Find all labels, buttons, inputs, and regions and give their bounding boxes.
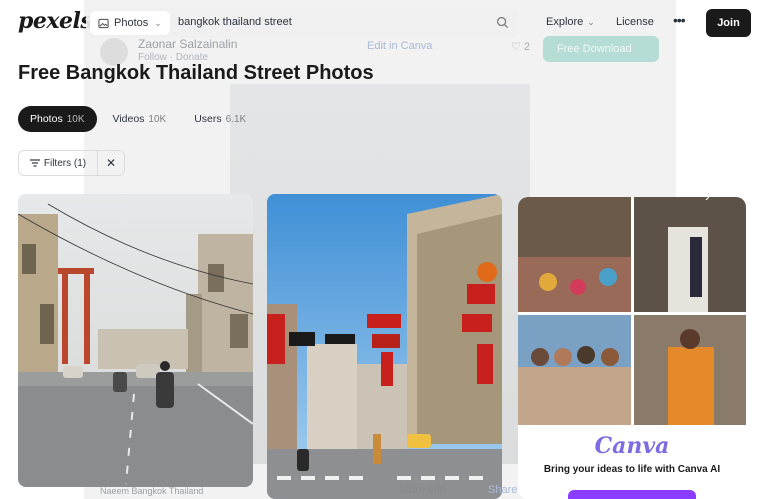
media-tabs: Photos 10K Videos 10K Users 6.1K — [18, 106, 262, 132]
nav-explore-label: Explore — [546, 16, 584, 28]
page-title: Free Bangkok Thailand Street Photos — [18, 62, 374, 84]
photo-card[interactable] — [18, 194, 253, 487]
search-bar[interactable]: Photos ⌄ bangkok thailand street — [86, 8, 519, 38]
more-info-button[interactable]: More info — [400, 484, 446, 496]
search-input[interactable]: bangkok thailand street — [178, 16, 292, 28]
chinatown-photo — [267, 194, 502, 499]
canva-ad[interactable]: Canva Bring your ideas to life with Canv… — [518, 197, 746, 499]
filters-label: Filters (1) — [43, 157, 87, 169]
main-content: Free Bangkok Thailand Street Photos Phot… — [0, 0, 768, 499]
tab-users[interactable]: Users 6.1K — [182, 106, 258, 132]
tab-label: Videos — [112, 113, 145, 125]
filters-group: Filters (1) ✕ — [18, 150, 125, 176]
canva-logo: Canva — [594, 433, 670, 459]
close-icon[interactable]: ✕ — [46, 25, 58, 42]
nav-license[interactable]: License — [616, 16, 654, 28]
tab-label: Users — [194, 113, 222, 125]
ad-cta-button[interactable] — [568, 490, 696, 499]
search-type-dropdown[interactable]: Photos ⌄ — [90, 11, 170, 35]
photo-card[interactable] — [267, 194, 502, 499]
tab-photos[interactable]: Photos 10K — [18, 106, 97, 132]
chevron-down-icon: ⌄ — [154, 17, 162, 28]
tab-videos[interactable]: Videos 10K — [101, 106, 179, 132]
top-header: pexels Photos ⌄ bangkok thailand street … — [0, 0, 768, 46]
nav-explore[interactable]: Explore ⌄ — [546, 16, 595, 28]
photo-caption: Naeem Bangkok Thailand — [100, 486, 204, 496]
chevron-down-icon: ⌄ — [587, 17, 595, 27]
tab-count: 10K — [66, 114, 85, 125]
ad-text: Bring your ideas to life with Canva AI — [543, 464, 721, 475]
tab-count: 6.1K — [225, 114, 247, 125]
image-icon — [98, 18, 109, 28]
share-button[interactable]: Share — [488, 484, 517, 496]
join-button[interactable]: Join — [706, 9, 751, 37]
tab-label: Photos — [30, 113, 63, 125]
clear-filters-button[interactable]: ✕ — [98, 151, 124, 175]
more-options-icon[interactable]: ••• — [673, 12, 686, 28]
filters-button[interactable]: Filters (1) — [19, 151, 98, 175]
tab-count: 10K — [148, 114, 167, 125]
filter-icon — [29, 159, 40, 167]
ad-image-grid — [518, 197, 746, 425]
street-photo — [18, 194, 253, 487]
search-icon[interactable] — [496, 16, 509, 29]
chevron-right-icon[interactable]: › — [705, 188, 710, 204]
search-type-label: Photos — [114, 17, 149, 29]
